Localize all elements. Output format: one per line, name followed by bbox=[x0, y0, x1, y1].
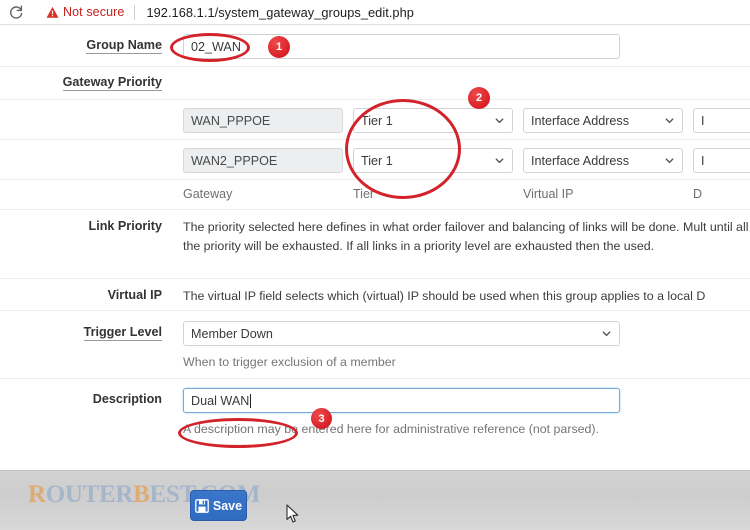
floppy-disk-icon bbox=[195, 498, 209, 513]
gateway-1-vip-cell: Interface Address bbox=[523, 108, 683, 133]
screenshot-root: Not secure 192.168.1.1/system_gateway_gr… bbox=[0, 0, 750, 530]
virtual-ip-text: The virtual IP field selects which (virt… bbox=[183, 289, 706, 303]
page-body: Group Name 02_WAN Gateway Priority WAN_P… bbox=[0, 25, 750, 530]
group-name-field-cell: 02_WAN bbox=[172, 34, 750, 59]
save-button[interactable]: Save bbox=[190, 490, 247, 521]
chevron-down-icon bbox=[494, 115, 505, 126]
gateway-1-tier-select[interactable]: Tier 1 bbox=[353, 108, 513, 133]
text-caret bbox=[250, 393, 252, 408]
link-priority-text-cell: The priority selected here defines in wh… bbox=[172, 218, 750, 256]
header-gateway: Gateway bbox=[183, 187, 233, 201]
gateway-1-tier-cell: Tier 1 bbox=[353, 108, 513, 133]
link-priority-label-cell: Link Priority bbox=[0, 218, 172, 233]
trigger-level-field-cell: Member Down When to trigger exclusion of… bbox=[172, 321, 750, 371]
link-priority-text: The priority selected here defines in wh… bbox=[183, 220, 750, 253]
gateway-1-vip-value: Interface Address bbox=[531, 113, 630, 128]
gateway-priority-label: Gateway Priority bbox=[62, 75, 162, 91]
row-trigger-level: Trigger Level Member Down When to trigge… bbox=[0, 311, 750, 379]
row-link-priority: Link Priority The priority selected here… bbox=[0, 210, 750, 279]
row-virtual-ip: Virtual IP The virtual IP field selects … bbox=[0, 279, 750, 311]
gateway-1-name-cell: WAN_PPPOE bbox=[183, 108, 343, 133]
row-description: Description Dual WAN A description may b… bbox=[0, 379, 750, 449]
gateway-2-vip-select[interactable]: Interface Address bbox=[523, 148, 683, 173]
gateway-2-vip-cell: Interface Address bbox=[523, 148, 683, 173]
virtual-ip-label: Virtual IP bbox=[107, 288, 162, 302]
trigger-level-label-cell: Trigger Level bbox=[0, 321, 172, 341]
description-label: Description bbox=[92, 392, 162, 406]
description-input[interactable]: Dual WAN bbox=[183, 388, 620, 413]
gateway-table-header: Gateway Tier Virtual IP D bbox=[183, 187, 750, 201]
gateway-2-desc-cell: I bbox=[693, 148, 750, 173]
gateway-1-name-input[interactable]: WAN_PPPOE bbox=[183, 108, 343, 133]
gateway-row: WAN_PPPOE Tier 1 Interface Address I bbox=[183, 108, 750, 133]
trigger-level-value: Member Down bbox=[191, 326, 273, 341]
gateway-2-tier-cell: Tier 1 bbox=[353, 148, 513, 173]
description-label-cell: Description bbox=[0, 388, 172, 406]
row-gateway-2: WAN2_PPPOE Tier 1 Interface Address I bbox=[0, 140, 750, 180]
group-name-label: Group Name bbox=[86, 38, 162, 54]
gateway-2-tier-select[interactable]: Tier 1 bbox=[353, 148, 513, 173]
cell-gap bbox=[683, 187, 693, 201]
security-indicator[interactable]: Not secure bbox=[46, 5, 124, 19]
cell-gap bbox=[343, 187, 353, 201]
trigger-level-help: When to trigger exclusion of a member bbox=[183, 355, 396, 369]
description-help: A description may be entered here for ad… bbox=[183, 422, 599, 436]
description-field-cell: Dual WAN A description may be entered he… bbox=[172, 388, 750, 438]
browser-toolbar: Not secure 192.168.1.1/system_gateway_gr… bbox=[0, 0, 750, 24]
header-tier: Tier bbox=[353, 187, 375, 201]
chevron-down-icon bbox=[664, 155, 675, 166]
row-gateway-1: WAN_PPPOE Tier 1 Interface Address I bbox=[0, 100, 750, 140]
gateway-1-desc-cell: I bbox=[693, 108, 750, 133]
virtual-ip-text-cell: The virtual IP field selects which (virt… bbox=[172, 287, 750, 306]
gateway-2-desc-input[interactable]: I bbox=[693, 148, 750, 173]
gateway-2-fields: WAN2_PPPOE Tier 1 Interface Address I bbox=[172, 148, 750, 173]
mouse-pointer-icon bbox=[286, 504, 300, 524]
gateway-2-tier-value: Tier 1 bbox=[361, 153, 393, 168]
trigger-level-label: Trigger Level bbox=[83, 325, 162, 341]
url-text[interactable]: 192.168.1.1/system_gateway_groups_edit.p… bbox=[146, 5, 413, 20]
gateway-1-desc-input[interactable]: I bbox=[693, 108, 750, 133]
description-input-value: Dual WAN bbox=[191, 393, 250, 408]
gateway-1-vip-select[interactable]: Interface Address bbox=[523, 108, 683, 133]
row-group-name: Group Name 02_WAN bbox=[0, 25, 750, 67]
cell-gap bbox=[513, 187, 523, 201]
watermark-part-3: B bbox=[133, 481, 150, 508]
row-gateway-priority-heading: Gateway Priority bbox=[0, 67, 750, 100]
headers-cells: Gateway Tier Virtual IP D bbox=[172, 187, 750, 201]
gateway-1-tier-value: Tier 1 bbox=[361, 113, 393, 128]
gateway-1-fields: WAN_PPPOE Tier 1 Interface Address I bbox=[172, 108, 750, 133]
group-name-input[interactable]: 02_WAN bbox=[183, 34, 620, 59]
gateway-row: WAN2_PPPOE Tier 1 Interface Address I bbox=[183, 148, 750, 173]
gateway-2-name-input[interactable]: WAN2_PPPOE bbox=[183, 148, 343, 173]
warning-triangle-icon bbox=[46, 6, 59, 19]
header-description: D bbox=[693, 187, 703, 201]
chevron-down-icon bbox=[494, 155, 505, 166]
reload-icon[interactable] bbox=[8, 4, 24, 20]
link-priority-label: Link Priority bbox=[88, 219, 162, 233]
header-virtual-ip: Virtual IP bbox=[523, 187, 574, 201]
watermark-part-2: OUTER bbox=[45, 481, 134, 508]
save-button-label: Save bbox=[212, 498, 243, 513]
chevron-down-icon bbox=[601, 328, 612, 339]
gateway-priority-label-cell: Gateway Priority bbox=[0, 75, 172, 91]
gateway-2-name-cell: WAN2_PPPOE bbox=[183, 148, 343, 173]
row-column-headers: Gateway Tier Virtual IP D bbox=[0, 180, 750, 210]
chevron-down-icon bbox=[664, 115, 675, 126]
gateway-2-vip-value: Interface Address bbox=[531, 153, 630, 168]
group-name-label-cell: Group Name bbox=[0, 34, 172, 54]
trigger-level-select[interactable]: Member Down bbox=[183, 321, 620, 346]
not-secure-label: Not secure bbox=[63, 5, 125, 19]
url-separator bbox=[134, 4, 136, 20]
watermark-part-1: R bbox=[28, 481, 46, 508]
virtual-ip-label-cell: Virtual IP bbox=[0, 287, 172, 302]
